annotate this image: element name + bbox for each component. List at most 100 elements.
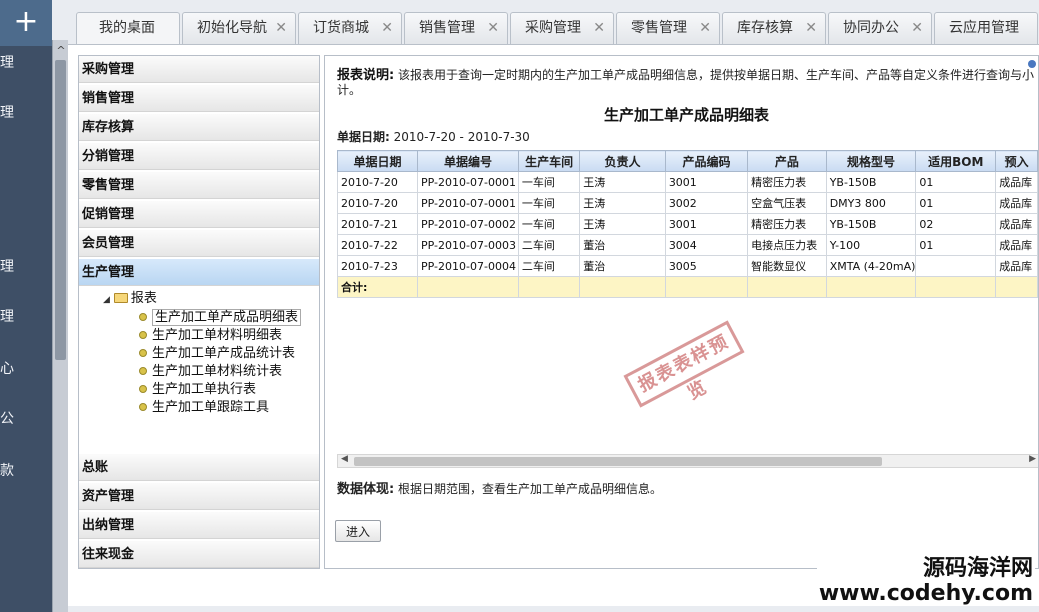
table-cell: 王涛 (579, 213, 666, 235)
column-header[interactable]: 生产车间 (517, 150, 581, 172)
rail-item[interactable]: 理 (0, 52, 52, 72)
sum-cell (747, 276, 827, 298)
column-header[interactable]: 负责人 (579, 150, 666, 172)
tree-folder-reports[interactable]: ◢ 报表 (103, 287, 157, 306)
table-cell: PP-2010-07-0004 (417, 255, 519, 277)
tab-retail[interactable]: 零售管理 ✕ (616, 12, 720, 44)
tab-order-mall[interactable]: 订货商城 ✕ (298, 12, 402, 44)
close-icon[interactable]: ✕ (275, 13, 287, 43)
column-header[interactable]: 预入 (995, 150, 1038, 172)
table-row[interactable]: 2010-7-23 PP-2010-07-0004 二车间 董治 3005 智能数显仪 XM… (336, 255, 1038, 277)
menu-section-sales[interactable]: 销售管理 (79, 85, 319, 112)
table-row[interactable]: 2010-7-21 PP-2010-07-0002 一车间 王涛 3001 精密压力表 YB… (336, 213, 1038, 235)
table-cell: XMTA (4-20mA) (825, 255, 917, 277)
tree-item[interactable]: 生产加工单产成品统计表 (139, 342, 295, 361)
tab-collab[interactable]: 协同办公 ✕ (828, 12, 932, 44)
table-cell: 成品库 (995, 192, 1038, 214)
enter-button[interactable]: 进入 (335, 520, 381, 542)
tree-item[interactable]: 生产加工单材料明细表 (139, 324, 282, 343)
table-cell: 3001 (664, 171, 749, 193)
table-cell: 3004 (664, 234, 749, 256)
table-cell: 一车间 (517, 192, 581, 214)
tab-purchase[interactable]: 采购管理 ✕ (510, 12, 614, 44)
menu-section-member[interactable]: 会员管理 (79, 230, 319, 257)
tab-sales[interactable]: 销售管理 ✕ (404, 12, 508, 44)
table-cell: 成品库 (995, 213, 1038, 235)
menu-section-cashier[interactable]: 出纳管理 (79, 512, 319, 539)
tab-inventory[interactable]: 库存核算 ✕ (722, 12, 826, 44)
rail-scrollbar[interactable]: ^ (52, 40, 68, 612)
table-cell: 01 (915, 171, 997, 193)
tab-init-guide[interactable]: 初始化导航 ✕ (182, 12, 296, 44)
scroll-right-icon[interactable]: ▶ (1029, 454, 1036, 464)
scrollbar-thumb[interactable] (354, 457, 882, 466)
tab-cloud[interactable]: 云应用管理 (934, 12, 1038, 44)
table-cell: 精密压力表 (747, 171, 827, 193)
close-icon[interactable]: ✕ (381, 13, 393, 43)
menu-section-distribution[interactable]: 分销管理 (79, 143, 319, 170)
table-cell: 智能数显仪 (747, 255, 827, 277)
sum-row: 合计: (336, 276, 1038, 298)
rail-item[interactable]: 理 (0, 102, 52, 122)
menu-section-assets[interactable]: 资产管理 (79, 483, 319, 510)
table-cell: 3002 (664, 192, 749, 214)
expand-triangle-icon[interactable]: ◢ (103, 295, 110, 305)
add-icon[interactable]: + (0, 0, 52, 46)
scroll-up-icon[interactable]: ^ (53, 44, 69, 57)
menu-section-ledger[interactable]: 总账 (79, 454, 319, 481)
data-note: 数据体现: 根据日期范围，查看生产加工单产成品明细信息。 (337, 482, 663, 497)
table-cell: 01 (915, 192, 997, 214)
close-icon[interactable]: ✕ (699, 13, 711, 43)
close-icon[interactable]: ✕ (805, 13, 817, 43)
tree-item[interactable]: 生产加工单材料统计表 (139, 360, 282, 379)
tree-item[interactable]: 生产加工单跟踪工具 (139, 396, 269, 415)
menu-section-production[interactable]: 生产管理 (79, 259, 319, 286)
menu-section-inventory[interactable]: 库存核算 (79, 114, 319, 141)
table-cell: 2010-7-21 (336, 213, 419, 235)
column-header[interactable]: 规格型号 (825, 150, 917, 172)
report-description: 报表说明: 该报表用于查询一定时期内的生产加工单产成品明细信息，提供按单据日期、… (337, 68, 1035, 97)
report-dot-icon (139, 367, 147, 375)
menu-section-promotion[interactable]: 促销管理 (79, 201, 319, 228)
menu-section-purchase[interactable]: 采购管理 (79, 56, 319, 83)
horizontal-scrollbar[interactable]: ◀ ▶ (337, 454, 1038, 468)
table-cell: Y-100 (825, 234, 917, 256)
tree-item[interactable]: 生产加工单执行表 (139, 378, 256, 397)
menu-section-accounts[interactable]: 往来现金 (79, 541, 319, 568)
rail-item[interactable]: 款 (0, 460, 52, 480)
table-cell: 成品库 (995, 255, 1038, 277)
rail-item[interactable]: 理 (0, 256, 52, 276)
report-title: 生产加工单产成品明细表 (603, 106, 769, 124)
tab-desktop[interactable]: 我的桌面 (76, 12, 180, 44)
table-row[interactable]: 2010-7-20 PP-2010-07-0001 一车间 王涛 3001 精密压力表 YB… (336, 171, 1038, 193)
column-header[interactable]: 单据日期 (336, 150, 419, 172)
column-header[interactable]: 产品编码 (664, 150, 749, 172)
table-row[interactable]: 2010-7-22 PP-2010-07-0003 二车间 董治 3004 电接点压力表 Y… (336, 234, 1038, 256)
table-cell: 二车间 (517, 234, 581, 256)
tree-item[interactable]: 生产加工单产成品明细表 (139, 306, 302, 326)
table-header-row: 单据日期 单据编号 生产车间 负责人 产品编码 产品 规格型号 适用BOM 预入 (336, 150, 1038, 172)
table-row[interactable]: 2010-7-20 PP-2010-07-0001 一车间 王涛 3002 空盒气压表 DM… (336, 192, 1038, 214)
close-icon[interactable]: ✕ (487, 13, 499, 43)
close-icon[interactable]: ✕ (593, 13, 605, 43)
site-watermark: 源码海洋网 www.codehy.com (816, 556, 1035, 606)
menu-section-retail[interactable]: 零售管理 (79, 172, 319, 199)
close-icon[interactable]: ✕ (911, 13, 923, 43)
table-cell: 董治 (579, 255, 666, 277)
table-cell: 一车间 (517, 213, 581, 235)
scrollbar-thumb[interactable] (55, 60, 66, 360)
column-header[interactable]: 产品 (747, 150, 827, 172)
report-dot-icon (139, 385, 147, 393)
column-header[interactable]: 单据编号 (417, 150, 519, 172)
rail-item[interactable]: 公 (0, 408, 52, 428)
scroll-left-icon[interactable]: ◀ (341, 454, 348, 464)
sum-cell (995, 276, 1038, 298)
rail-item[interactable]: 心 (0, 358, 52, 378)
sum-cell (915, 276, 997, 298)
sum-cell (417, 276, 519, 298)
rail-item[interactable]: 理 (0, 306, 52, 326)
help-icon[interactable] (1028, 60, 1036, 68)
sum-cell (825, 276, 917, 298)
report-dot-icon (139, 331, 147, 339)
column-header[interactable]: 适用BOM (915, 150, 997, 172)
